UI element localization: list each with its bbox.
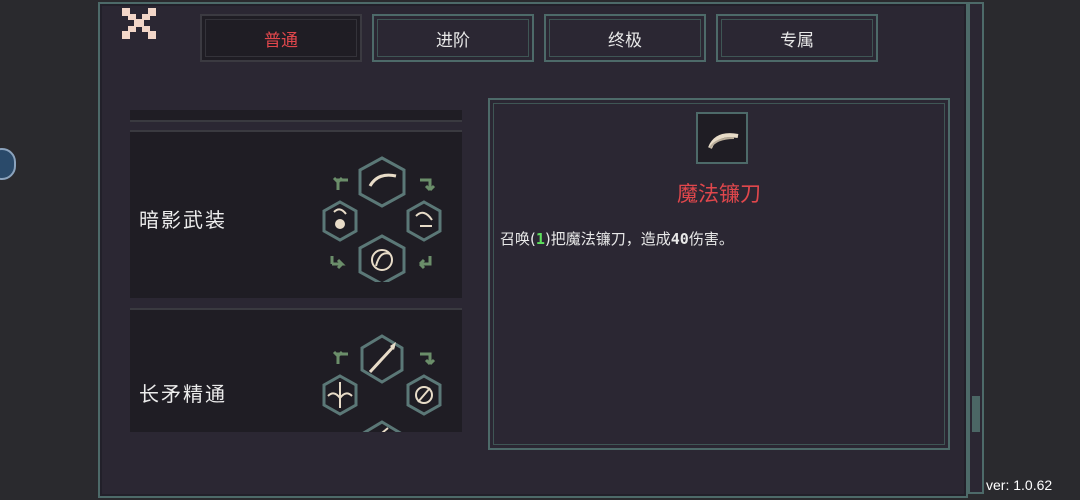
spear-icon xyxy=(360,334,404,384)
skill-description: 召唤(1)把魔法镰刀，造成40伤害。 xyxy=(500,228,734,249)
tab-label: 进阶 xyxy=(436,30,470,51)
version-label: ver: 1.0.62 xyxy=(986,477,1053,493)
scythe-icon xyxy=(358,156,406,208)
spear-upgrade-icon xyxy=(362,420,402,432)
tab-normal[interactable]: 普通 xyxy=(200,14,362,62)
skill-name: 暗影武装 xyxy=(139,208,227,232)
skill-icon-frame xyxy=(696,112,748,164)
tab-exclusive[interactable]: 专属 xyxy=(716,14,878,62)
skill-title: 魔法镰刀 xyxy=(677,182,761,206)
vortex-scythe-icon xyxy=(358,234,406,282)
scrollbar[interactable] xyxy=(968,2,984,494)
side-float-button[interactable] xyxy=(0,148,16,180)
desc-text: 伤害。 xyxy=(688,230,734,248)
close-icon[interactable] xyxy=(120,6,158,40)
tab-ultimate[interactable]: 终极 xyxy=(544,14,706,62)
skill-tree-diagram xyxy=(322,156,442,282)
skill-tree-diagram xyxy=(322,334,442,432)
tab-advanced[interactable]: 进阶 xyxy=(372,14,534,62)
winged-spear-icon xyxy=(322,374,358,416)
list-item-partial xyxy=(130,110,462,122)
list-item-spear-mastery[interactable]: 长矛精通 xyxy=(130,308,462,432)
spiral-spear-icon xyxy=(406,374,442,416)
tab-label: 终极 xyxy=(608,30,642,51)
wind-scythe-icon xyxy=(406,200,442,242)
desc-text: 召唤( xyxy=(500,230,536,248)
list-item-shadow-arms[interactable]: 暗影武装 xyxy=(130,130,462,298)
skill-list[interactable]: 暗影武装 长矛精通 xyxy=(130,110,462,432)
scrollbar-thumb[interactable] xyxy=(972,396,980,432)
tab-label: 普通 xyxy=(264,30,298,51)
scythe-icon xyxy=(708,133,739,149)
skill-name: 长矛精通 xyxy=(139,382,227,406)
desc-text: )把魔法镰刀，造成 xyxy=(544,230,671,248)
skill-detail-panel: 魔法镰刀 召唤(1)把魔法镰刀，造成40伤害。 xyxy=(488,98,950,450)
tab-label: 专属 xyxy=(780,30,814,51)
desc-damage-value: 40 xyxy=(670,230,689,248)
desc-count-value: 1 xyxy=(535,230,545,248)
reaper-icon xyxy=(322,200,358,242)
